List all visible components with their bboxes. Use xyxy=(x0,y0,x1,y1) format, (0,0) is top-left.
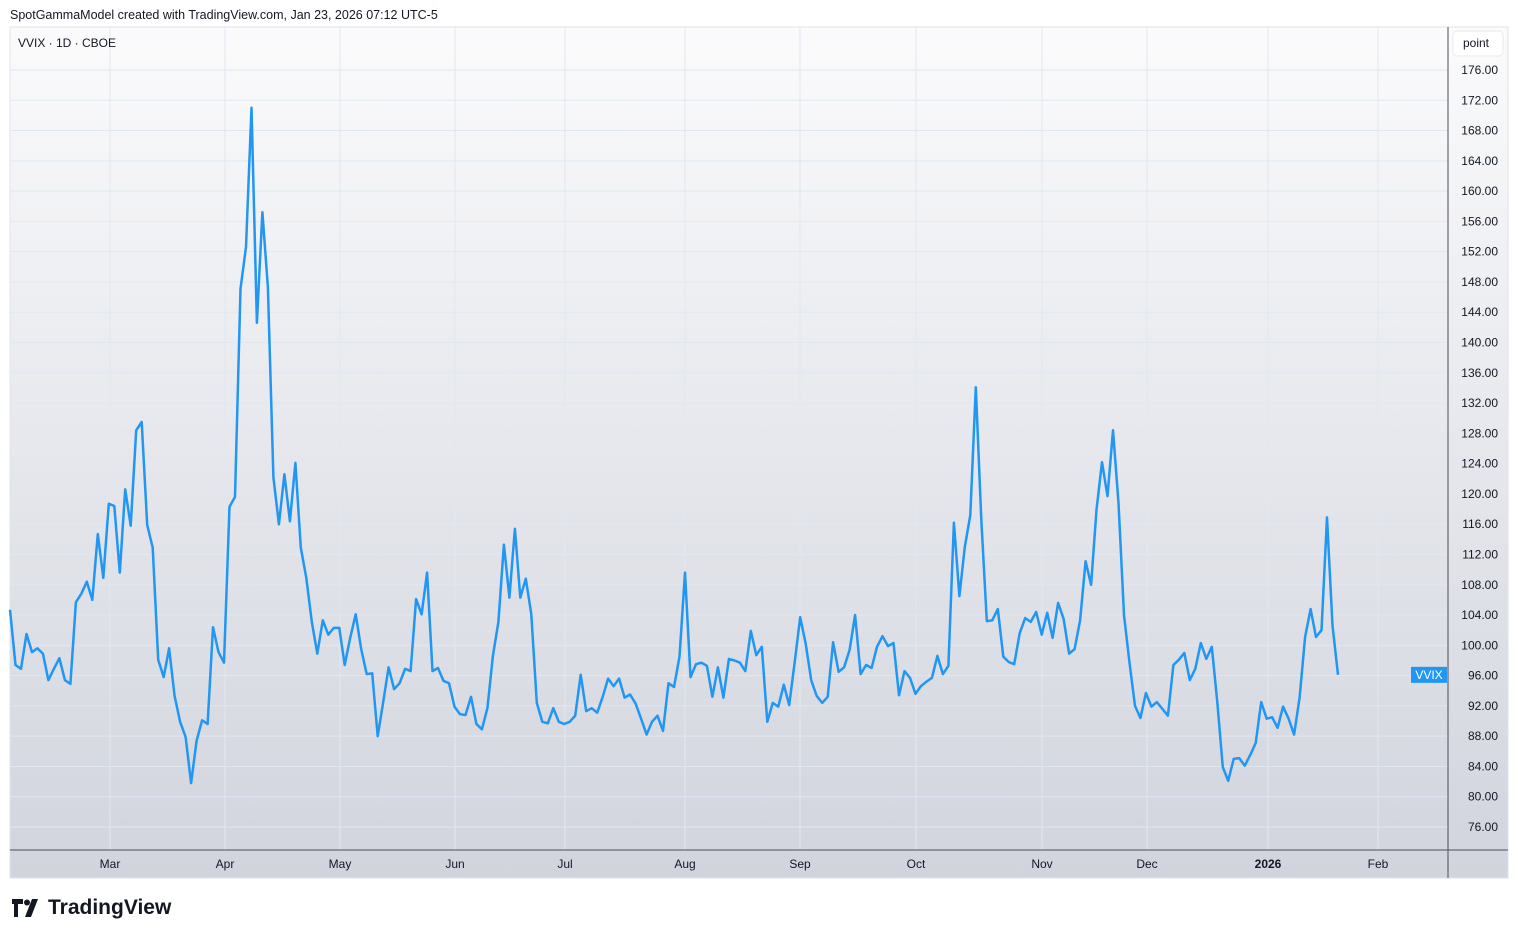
y-tick-label: 172.00 xyxy=(1461,93,1498,107)
y-tick-label: 88.00 xyxy=(1468,729,1498,743)
y-tick-label: 152.00 xyxy=(1461,245,1498,259)
y-tick-label: 164.00 xyxy=(1461,154,1498,168)
unit-label: point xyxy=(1463,36,1490,50)
y-tick-label: 76.00 xyxy=(1468,820,1498,834)
y-tick-label: 108.00 xyxy=(1461,578,1498,592)
x-tick-label: Feb xyxy=(1368,857,1389,871)
y-tick-label: 136.00 xyxy=(1461,366,1498,380)
y-tick-label: 120.00 xyxy=(1461,487,1498,501)
x-tick-label: Apr xyxy=(216,857,235,871)
tradingview-logo[interactable]: TradingView xyxy=(12,896,171,920)
y-tick-label: 84.00 xyxy=(1468,759,1498,773)
x-tick-label: Jun xyxy=(445,857,464,871)
y-tick-label: 104.00 xyxy=(1461,608,1498,622)
y-tick-label: 176.00 xyxy=(1461,63,1498,77)
y-tick-label: 100.00 xyxy=(1461,638,1498,652)
x-tick-label: Jul xyxy=(557,857,572,871)
y-tick-label: 124.00 xyxy=(1461,457,1498,471)
vvix-line-chart[interactable]: 176.00 172.00 168.00 164.00 160.00 156.00 152.… xyxy=(0,0,1518,938)
y-tick-label: 116.00 xyxy=(1462,517,1498,531)
x-tick-label: Sep xyxy=(789,857,811,871)
last-price-symbol: VVIX xyxy=(1415,668,1442,682)
x-tick-label: 2026 xyxy=(1255,857,1282,871)
x-tick-label: Aug xyxy=(674,857,695,871)
y-tick-label: 92.00 xyxy=(1468,699,1498,713)
y-tick-label: 168.00 xyxy=(1461,124,1498,138)
last-price-label: VVIX xyxy=(1411,666,1447,683)
x-tick-label: Nov xyxy=(1031,857,1052,871)
y-tick-label: 80.00 xyxy=(1468,790,1498,804)
tradingview-logo-icon xyxy=(12,899,38,917)
x-tick-label: Dec xyxy=(1136,857,1157,871)
y-tick-label: 148.00 xyxy=(1461,275,1498,289)
x-tick-label: Mar xyxy=(100,857,121,871)
y-tick-label: 140.00 xyxy=(1461,336,1498,350)
logo-text: TradingView xyxy=(48,896,172,919)
y-tick-label: 132.00 xyxy=(1461,396,1498,410)
y-tick-label: 160.00 xyxy=(1461,184,1498,198)
chart-background xyxy=(9,26,1509,879)
x-tick-label: May xyxy=(329,857,352,871)
symbol-legend: VVIX · 1D · CBOE xyxy=(18,36,116,50)
y-tick-label: 144.00 xyxy=(1461,305,1498,319)
y-tick-label: 128.00 xyxy=(1461,426,1498,440)
y-tick-label: 112.00 xyxy=(1462,547,1498,561)
x-tick-label: Oct xyxy=(907,857,926,871)
y-tick-label: 156.00 xyxy=(1461,214,1498,228)
y-tick-label: 96.00 xyxy=(1468,669,1498,683)
